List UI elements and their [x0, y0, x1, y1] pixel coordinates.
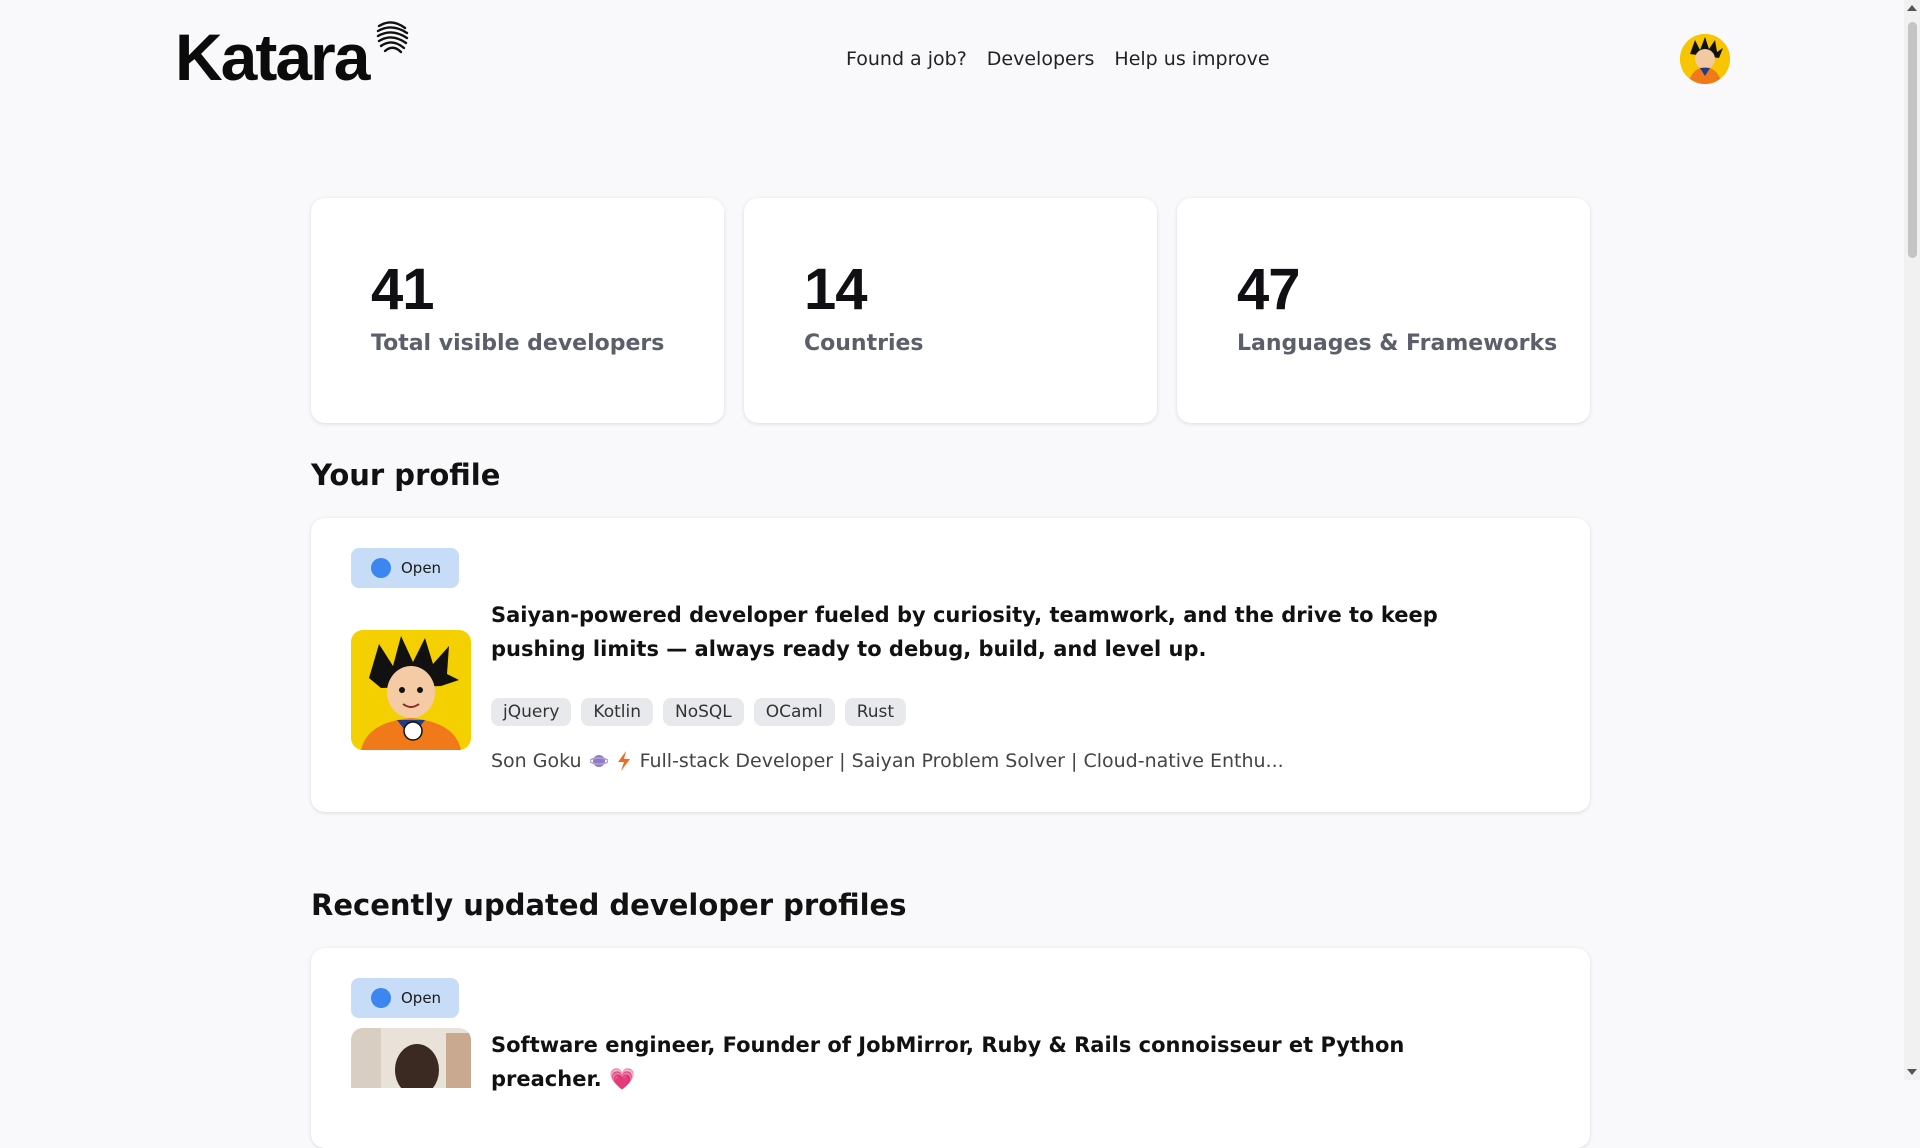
stat-card-languages: 47 Languages & Frameworks: [1177, 198, 1590, 423]
avatar-image: [1680, 34, 1730, 84]
stat-label: Languages & Frameworks: [1237, 331, 1558, 356]
your-profile-heading: Your profile: [311, 458, 501, 492]
scroll-thumb[interactable]: [1908, 22, 1917, 258]
nav-found-a-job[interactable]: Found a job?: [846, 48, 967, 70]
stat-value: 41: [371, 257, 435, 322]
recent-profiles-heading: Recently updated developer profiles: [311, 888, 907, 922]
status-text: Open: [401, 559, 442, 577]
stats-row: 41 Total visible developers 14 Countries…: [311, 198, 1590, 423]
status-text: Open: [401, 989, 442, 1007]
developer-photo-image: [351, 1028, 471, 1088]
profile-pitch: Saiyan-powered developer fueled by curio…: [491, 603, 1438, 661]
your-profile-card[interactable]: Open Saiyan-powered developer fueled by …: [311, 518, 1590, 812]
logo-mark-icon: [376, 21, 409, 54]
skill-tag: Rust: [844, 698, 907, 726]
katara-logo[interactable]: Katara: [175, 20, 409, 94]
stat-value: 14: [804, 257, 868, 322]
developer-headline: Full-stack Developer | Saiyan Problem So…: [639, 750, 1284, 772]
skill-tag: Kotlin: [581, 698, 653, 726]
planet-emoji-icon: [589, 755, 608, 767]
scroll-up-arrow-icon[interactable]: [1907, 5, 1917, 11]
developer-name: Son Goku: [491, 750, 582, 772]
profile-pitch: Software engineer, Founder of JobMirror,…: [491, 1033, 1405, 1091]
stat-card-developers: 41 Total visible developers: [311, 198, 724, 423]
scroll-down-arrow-icon[interactable]: [1907, 1069, 1917, 1075]
skill-tag: OCaml: [753, 698, 835, 726]
skill-tag: jQuery: [491, 698, 572, 726]
goku-portrait-image: [351, 630, 471, 750]
nav-developers[interactable]: Developers: [987, 48, 1095, 70]
status-dot-icon: [371, 558, 391, 578]
lightning-emoji-icon: [617, 751, 630, 771]
stat-card-countries: 14 Countries: [744, 198, 1157, 423]
status-dot-icon: [371, 988, 391, 1008]
stat-value: 47: [1237, 257, 1301, 322]
nav-help-us-improve[interactable]: Help us improve: [1114, 48, 1269, 70]
skill-tags: jQuery Kotlin NoSQL OCaml Rust: [491, 698, 907, 726]
main-nav: Found a job? Developers Help us improve: [846, 48, 1270, 70]
top-header: Katara Found a job? Developers Help us i…: [0, 0, 1904, 120]
skill-tag: NoSQL: [662, 698, 744, 726]
logo-text: Katara: [175, 20, 370, 94]
profile-picture: [351, 1028, 471, 1088]
status-badge: Open: [351, 978, 459, 1018]
status-badge: Open: [351, 548, 459, 588]
stat-label: Total visible developers: [371, 331, 665, 356]
profile-picture: [351, 630, 471, 750]
stat-label: Countries: [804, 331, 924, 356]
recent-profile-card[interactable]: Open Software engineer, Founder of JobMi…: [311, 948, 1590, 1148]
vertical-scrollbar[interactable]: [1904, 0, 1920, 1080]
user-avatar[interactable]: [1680, 34, 1730, 84]
profile-byline: Son Goku Full-stack Developer | Saiyan P…: [491, 750, 1284, 772]
